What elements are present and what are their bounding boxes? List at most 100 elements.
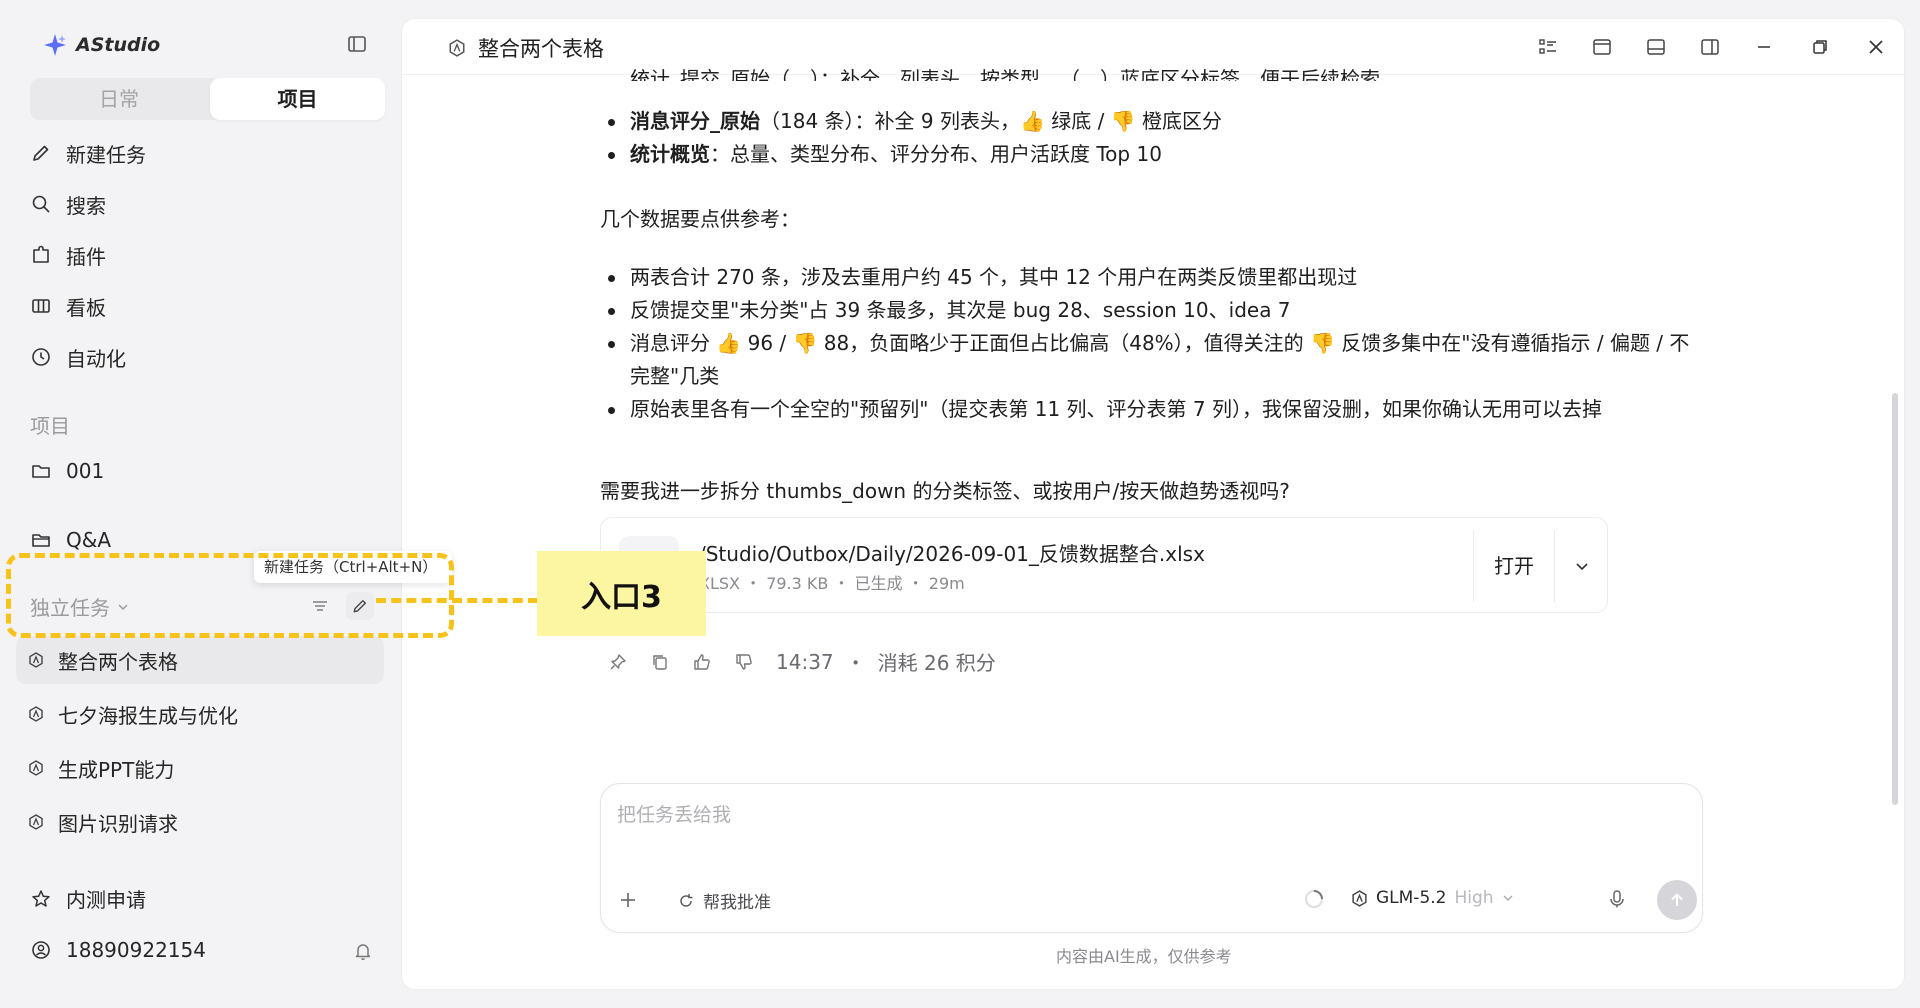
restore-icon[interactable] xyxy=(1808,35,1832,59)
nav-new-task[interactable]: 新建任务 xyxy=(30,133,146,173)
conversation-title: 整合两个表格 xyxy=(448,33,604,63)
task-label: 图片识别请求 xyxy=(58,811,178,836)
task-item[interactable]: 生成PPT能力 xyxy=(16,744,384,792)
nav-label: 新建任务 xyxy=(66,142,146,167)
list-item: 统计概览：总量、类型分布、评分分布、用户活跃度 Top 10 xyxy=(600,138,1222,171)
nav-automation[interactable]: 自动化 xyxy=(30,337,126,377)
list-item: 反馈提交里"未分类"占 39 条最多，其次是 bug 28、session 10… xyxy=(600,294,1690,327)
task-item[interactable]: 整合两个表格 xyxy=(16,636,384,684)
sheet-summary-list: 消息评分_原始（184 条）：补全 9 列表头，👍 绿底 / 👎 橙底区分 统计… xyxy=(600,105,1222,171)
task-label: 整合两个表格 xyxy=(58,649,178,674)
nav-board[interactable]: 看板 xyxy=(30,286,106,326)
tab-daily[interactable]: 日常 xyxy=(30,78,208,120)
message-time: 14:37 xyxy=(776,649,834,674)
file-size: 79.3 KB xyxy=(766,574,829,593)
message-actions: 14:37 ・ 消耗 26 积分 xyxy=(608,647,996,676)
sidebar: AStudio 日常 项目 新建任务 搜索 插件 看板 自动化 项目 001 Q… xyxy=(0,0,400,1008)
plugin-icon xyxy=(33,245,49,263)
agent-icon xyxy=(29,760,43,776)
model-selector[interactable]: GLM-5.2 High xyxy=(1351,888,1514,908)
chevron-down-icon xyxy=(1576,563,1588,571)
clipped-line: 统计_提交_原始（…）：补全…列表头，按类型…（…）蓝底区分标签，便于后续检索 xyxy=(630,67,1380,81)
arrow-up-icon xyxy=(1671,893,1683,906)
refresh-shield-icon xyxy=(680,893,693,907)
chevron-down-icon xyxy=(1503,895,1513,901)
reasoning-level: High xyxy=(1454,888,1494,908)
mode-switch: 日常 项目 xyxy=(30,78,385,120)
highlight-box xyxy=(6,553,454,638)
user-icon xyxy=(32,941,50,959)
highlight-connector xyxy=(376,598,538,603)
task-item[interactable]: 七夕海报生成与优化 xyxy=(16,690,384,738)
search-icon xyxy=(32,195,50,213)
brand: AStudio xyxy=(42,32,160,58)
send-button[interactable] xyxy=(1657,880,1697,920)
star-icon xyxy=(32,889,50,907)
data-points-list: 两表合计 270 条，涉及去重用户约 45 个，其中 12 个用户在两类反馈里都… xyxy=(600,261,1690,426)
tab-projects[interactable]: 项目 xyxy=(210,78,385,120)
file-options-button[interactable] xyxy=(1555,530,1609,602)
agent-icon xyxy=(29,652,43,668)
nav-plugins[interactable]: 插件 xyxy=(30,235,106,275)
thumbs-down-icon[interactable] xyxy=(734,652,754,672)
pin-icon[interactable] xyxy=(608,652,628,672)
file-attachment-card[interactable]: /Studio/Outbox/Daily/2026-09-01_反馈数据整合.x… xyxy=(600,517,1608,613)
user-account[interactable]: 18890922154 xyxy=(30,938,206,962)
file-status: 已生成 xyxy=(854,574,903,593)
projects-section-label: 项目 xyxy=(30,414,70,438)
agent-icon xyxy=(449,39,465,57)
sidebar-toggle-icon[interactable] xyxy=(346,33,368,55)
list-item: 两表合计 270 条，涉及去重用户约 45 个，其中 12 个用户在两类反馈里都… xyxy=(600,261,1690,294)
beta-label: 内测申请 xyxy=(66,888,146,912)
right-panel-icon[interactable] xyxy=(1698,35,1722,59)
app-name: AStudio xyxy=(76,34,161,56)
model-logo-icon xyxy=(1352,889,1367,907)
list-item: 消息评分_原始（184 条）：补全 9 列表头，👍 绿底 / 👎 橙底区分 xyxy=(600,105,1222,138)
microphone-icon[interactable] xyxy=(1606,888,1628,910)
sparkle-logo-icon xyxy=(44,34,66,56)
project-label: Q&A xyxy=(66,528,112,552)
close-icon[interactable] xyxy=(1864,35,1888,59)
item-text: （184 条）：补全 9 列表头，👍 绿底 / 👎 橙底区分 xyxy=(760,109,1222,133)
list-view-icon[interactable] xyxy=(1536,35,1560,59)
entry-callout: 入口3 xyxy=(537,551,706,636)
points-heading: 几个数据要点供参考： xyxy=(600,207,800,231)
chat-panel: 整合两个表格 统计_提交_原始（…）：补全…列表头，按类型…（…）蓝底区分标签，… xyxy=(401,18,1905,990)
nav-label: 自动化 xyxy=(66,346,126,371)
auto-approve-toggle[interactable]: 帮我批准 xyxy=(677,888,771,913)
copy-icon[interactable] xyxy=(650,652,670,672)
agent-icon xyxy=(29,814,43,830)
task-input[interactable] xyxy=(617,800,1517,830)
task-item[interactable]: 图片识别请求 xyxy=(16,798,384,846)
item-text: ：总量、类型分布、评分分布、用户活跃度 Top 10 xyxy=(710,142,1162,166)
scrollbar[interactable] xyxy=(1892,393,1898,805)
project-label: 001 xyxy=(66,459,105,483)
bell-icon[interactable] xyxy=(352,940,374,962)
item-title: 统计概览 xyxy=(630,142,710,166)
bottom-panel-icon[interactable] xyxy=(1644,35,1668,59)
file-name: /Studio/Outbox/Daily/2026-09-01_反馈数据整合.x… xyxy=(699,542,1205,566)
nav-search[interactable]: 搜索 xyxy=(30,184,106,224)
model-name: GLM-5.2 xyxy=(1376,888,1447,908)
title-text: 整合两个表格 xyxy=(478,37,604,61)
file-age: 29m xyxy=(928,574,965,593)
approve-label: 帮我批准 xyxy=(703,893,771,913)
plus-icon[interactable] xyxy=(617,889,639,911)
beta-apply-link[interactable]: 内测申请 xyxy=(30,884,146,913)
spinner-icon xyxy=(1305,890,1323,908)
nav-label: 看板 xyxy=(66,295,106,320)
project-item-001[interactable]: 001 xyxy=(30,453,104,489)
task-label: 生成PPT能力 xyxy=(58,757,175,782)
minimize-icon[interactable] xyxy=(1752,35,1776,59)
file-meta: XLSX ・ 79.3 KB ・ 已生成 ・ 29m xyxy=(699,574,965,593)
board-icon xyxy=(32,299,50,313)
open-file-button[interactable]: 打开 xyxy=(1473,530,1555,602)
folder-icon xyxy=(32,465,50,478)
thumbs-up-icon[interactable] xyxy=(692,652,712,672)
composer: 帮我批准 GLM-5.2 High xyxy=(600,783,1703,933)
task-label: 七夕海报生成与优化 xyxy=(58,703,238,728)
list-item: 消息评分 👍 96 / 👎 88，负面略少于正面但占比偏高（48%），值得关注的… xyxy=(600,327,1690,393)
window-layout-icon[interactable] xyxy=(1590,35,1614,59)
nav-label: 插件 xyxy=(66,244,106,269)
agent-icon xyxy=(29,706,43,722)
